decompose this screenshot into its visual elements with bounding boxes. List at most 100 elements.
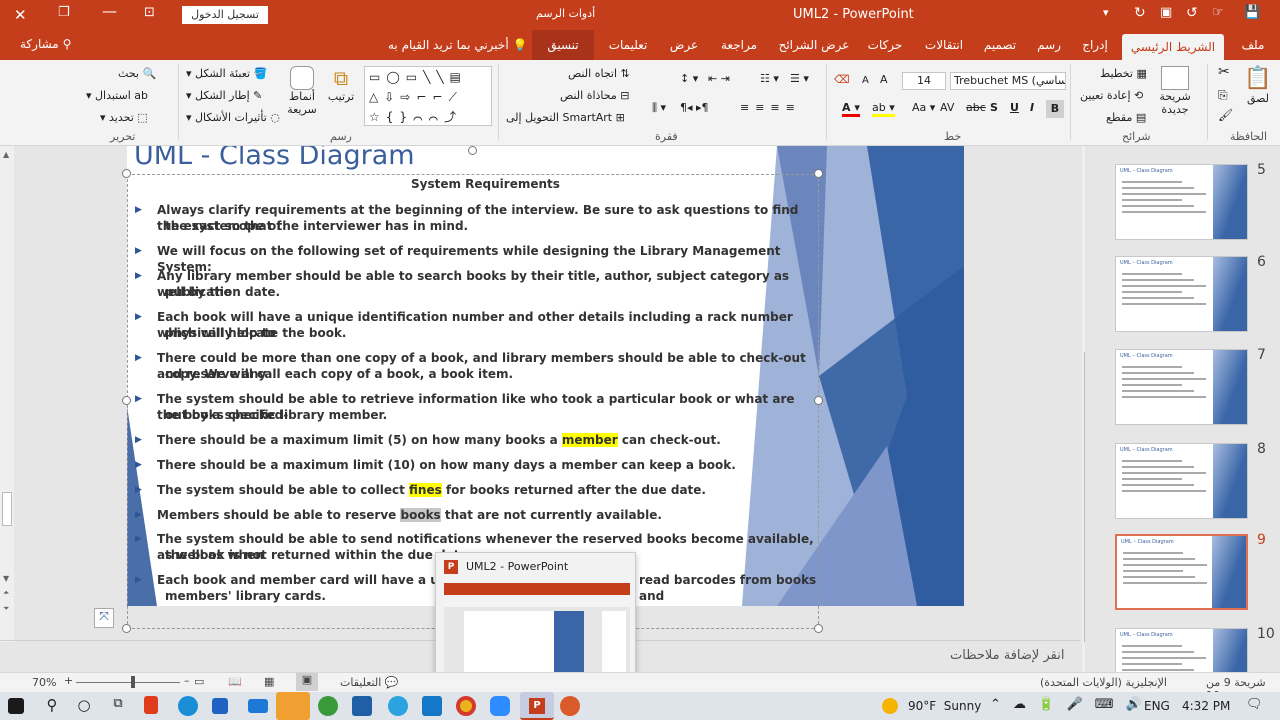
powerpoint-taskbar-icon[interactable]: P (520, 692, 554, 720)
font-color-icon[interactable]: A ▾ (842, 101, 860, 117)
chrome-icon[interactable] (456, 696, 476, 716)
underline-button[interactable]: U (1010, 101, 1019, 114)
italic-button[interactable]: I (1030, 101, 1034, 114)
shapes-gallery[interactable]: ▭◯▭╲╲▤ △⇩⇨⌐⌐⟋ ☆{}⌒⌒⤴ (364, 66, 492, 126)
edge-icon[interactable] (178, 696, 198, 716)
zoom-in-icon[interactable]: – (184, 674, 190, 687)
shrink-font-icon[interactable]: A (862, 75, 869, 86)
new-slide-button[interactable]: شريحة جديدة (1152, 66, 1198, 116)
cut-icon[interactable]: ✂ (1218, 64, 1230, 80)
handle-tr[interactable] (814, 169, 823, 178)
weather-icon[interactable] (882, 698, 898, 714)
scroll-thumb[interactable] (2, 492, 12, 526)
tab-transitions[interactable]: انتقالات (916, 30, 972, 60)
app-icon-star[interactable] (560, 696, 580, 716)
signin-button[interactable]: تسجيل الدخول (182, 6, 268, 24)
zoom-out-icon[interactable]: + (64, 674, 73, 687)
tab-animations[interactable]: حركات (862, 30, 908, 60)
spacing-icon[interactable]: AV (940, 101, 954, 114)
shape-fill-button[interactable]: ▾ تعبئة الشكل 🪣 (186, 67, 267, 80)
grow-font-icon[interactable]: A (880, 73, 888, 86)
paste-button[interactable]: 📋 لصق (1240, 66, 1276, 118)
arrange-button[interactable]: ⧉ ترتيب (326, 66, 356, 103)
handle-ml[interactable] (122, 396, 131, 405)
search-icon[interactable]: ⚲ (42, 696, 62, 716)
zoom-thumb[interactable] (131, 676, 135, 688)
zoom-percent[interactable]: 70% (32, 676, 56, 689)
shape-outline-button[interactable]: ▾ إطار الشكل ✎ (186, 89, 262, 102)
slide-thumbnail[interactable]: UML – Class Diagram (1115, 349, 1248, 425)
rtl-icons[interactable]: ¶◂ ▸¶ (680, 101, 709, 114)
font-size-select[interactable]: 14 (902, 72, 946, 90)
handle-tl[interactable] (122, 169, 131, 178)
windows-start-icon[interactable] (8, 698, 24, 714)
clock[interactable]: 4:32 PM (1182, 699, 1230, 713)
left-scrollbar[interactable] (0, 146, 14, 642)
find-button[interactable]: بحث 🔍 (118, 67, 156, 80)
shadow-button[interactable]: S (990, 101, 998, 114)
highlight-icon[interactable]: ab ▾ (872, 101, 895, 117)
change-case-icon[interactable]: Aa ▾ (912, 101, 935, 114)
columns-icon[interactable]: ⫼ ▾ (652, 101, 666, 115)
ribbon-display-icon[interactable]: ⊡ (144, 5, 155, 20)
line-spacing-icon[interactable]: ↕ ▾ (680, 72, 698, 85)
rotate-handle[interactable] (468, 146, 477, 155)
slide-thumbnail[interactable]: UML – Class Diagram (1115, 164, 1248, 240)
select-button[interactable]: ▾ تحديد ⬚ (100, 111, 148, 124)
tab-design[interactable]: تصميم (980, 30, 1020, 60)
redo-icon[interactable]: ↻ (1134, 5, 1146, 21)
slide-title[interactable]: UML - Class Diagram (134, 146, 415, 171)
align-text-button[interactable]: محاذاة النص ⊟ (560, 89, 629, 102)
slide-thumbnail[interactable]: UML – Class Diagram (1115, 256, 1248, 332)
clear-format-icon[interactable]: ⌫ (834, 73, 850, 86)
cortana-icon[interactable]: ○ (74, 696, 94, 716)
present-icon[interactable]: ▣ (1160, 5, 1172, 20)
app-icon-photo[interactable] (352, 696, 372, 716)
shape-effects-button[interactable]: ▾ تأثيرات الأشكال ◌ (186, 111, 280, 124)
store-icon[interactable] (212, 698, 228, 714)
layout-button[interactable]: تخطيط ▦ (1100, 67, 1147, 80)
slide-thumbnail[interactable]: UML – Class Diagram (1115, 443, 1248, 519)
scroll-down-icon[interactable]: ▼ (3, 574, 9, 583)
smartart-button[interactable]: التحويل إلى SmartArt ⊞ (506, 111, 625, 124)
explorer-icon[interactable] (276, 692, 310, 720)
save-icon[interactable]: 💾 (1244, 5, 1260, 20)
section-button[interactable]: مقطع ▤ (1106, 111, 1146, 124)
comments-button[interactable]: التعليقات 💬 (340, 676, 398, 689)
weather-text[interactable]: 90°F Sunny (908, 699, 981, 713)
tab-view[interactable]: عرض (664, 30, 704, 60)
vscode-icon[interactable] (422, 696, 442, 716)
language-tray[interactable]: ENG (1144, 699, 1170, 713)
bullets-icon[interactable]: ☷ ▾ (760, 72, 779, 85)
strikethrough-icon[interactable]: abc (966, 101, 986, 114)
tab-review[interactable]: مراجعة (712, 30, 766, 60)
scroll-up-icon[interactable]: ▲ (3, 150, 9, 159)
taskbar-preview[interactable]: P UML2 - PowerPoint (435, 552, 636, 690)
bold-button[interactable]: B (1046, 100, 1064, 118)
share-button[interactable]: مشاركة ⚲ (20, 37, 71, 51)
app-icon-green[interactable] (318, 696, 338, 716)
quick-styles-button[interactable]: أنماط سريعة (282, 66, 322, 116)
reading-view-icon[interactable]: 📖 (228, 675, 242, 688)
mail-icon[interactable] (248, 699, 268, 713)
notifications-icon[interactable]: 🗨 (1246, 697, 1263, 712)
qat-dropdown-icon[interactable]: ▾ (1103, 6, 1109, 19)
task-view-icon[interactable]: ⧉ (108, 696, 128, 716)
reset-button[interactable]: إعادة تعيين ⟲ (1080, 89, 1143, 102)
tab-home[interactable]: الشريط الرئيسي (1122, 34, 1224, 60)
tab-insert[interactable]: إدراج (1074, 30, 1116, 60)
slideshow-view-icon[interactable]: ▭ (194, 675, 204, 688)
font-name-select[interactable]: Trebuchet MS (نص أساسي) (950, 72, 1066, 90)
handle-mr[interactable] (814, 396, 823, 405)
format-painter-icon[interactable]: 🖌 (1218, 108, 1233, 122)
handle-br[interactable] (814, 624, 823, 633)
fit-slide-icon[interactable]: ⤧ (94, 608, 114, 628)
tab-help[interactable]: تعليمات (602, 30, 654, 60)
telegram-icon[interactable] (388, 696, 408, 716)
tab-file[interactable]: ملف (1232, 30, 1274, 60)
touch-icon[interactable]: ☞ (1212, 5, 1224, 20)
office-icon[interactable] (144, 696, 158, 714)
zoom-slider[interactable] (76, 682, 180, 683)
sorter-view-icon[interactable]: ▦ (264, 675, 274, 688)
text-direction-button[interactable]: اتجاه النص ⇅ (568, 67, 630, 80)
